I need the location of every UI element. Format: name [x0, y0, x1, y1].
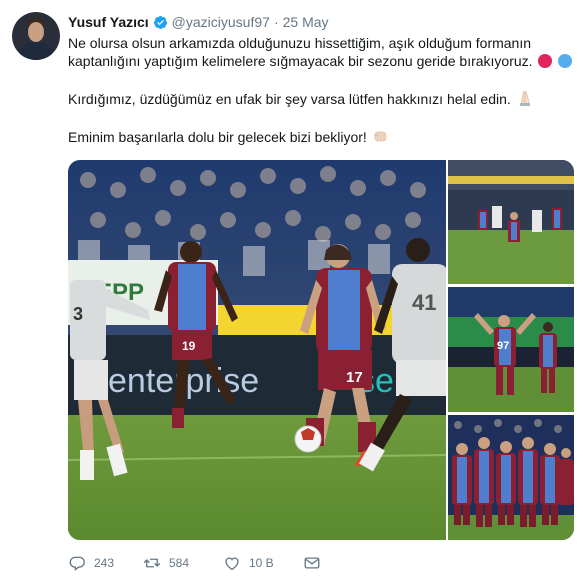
reply-icon: [69, 556, 85, 571]
photo-middle-right[interactable]: 97: [448, 287, 574, 412]
like-button[interactable]: 10 B: [223, 554, 303, 572]
separator-dot: ·: [273, 14, 279, 30]
left-player-number: 19: [182, 339, 196, 353]
tweet-text-line-3: Kırdığımız, üzdüğümüz en ufak bir şey va…: [68, 90, 573, 108]
photo-bottom-right[interactable]: [448, 415, 574, 540]
tweet-text-line-1-content: Ne olursa olsun arkamızda olduğunuzu his…: [68, 35, 532, 51]
tweet-text-line-2: kaptanlığını yaptığım kelimelere sığmaya…: [68, 52, 573, 72]
tweet[interactable]: Yusuf Yazıcı @yaziciyusuf97 · 25 May Ne …: [0, 0, 583, 580]
retweet-icon: [143, 558, 161, 568]
timestamp[interactable]: 25 May: [283, 14, 329, 30]
tweet-header: Yusuf Yazıcı @yaziciyusuf97 · 25 May: [68, 13, 329, 31]
like-icon: [225, 557, 239, 571]
tweet-actions: 243 584 10 B: [68, 553, 321, 573]
retweet-button[interactable]: 584: [143, 554, 223, 572]
verified-icon: [153, 15, 167, 29]
fist-icon: [373, 131, 386, 142]
tweet-text-line-1: Ne olursa olsun arkamızda olduğunuzu his…: [68, 34, 573, 52]
avatar[interactable]: [12, 12, 60, 60]
retweet-count: 584: [169, 556, 190, 570]
tweet-text-line-3-content: Kırdığımız, üzdüğümüz en ufak bir şey va…: [68, 91, 511, 107]
red-circle-icon: [538, 54, 553, 72]
user-handle[interactable]: @yaziciyusuf97: [172, 14, 270, 30]
message-icon: [304, 557, 320, 569]
folded-hands-icon: [519, 90, 530, 106]
like-count: 10 B: [249, 556, 274, 570]
blue-circle-icon: [558, 54, 573, 72]
photo-top-right[interactable]: [448, 160, 574, 284]
tweet-text-line-4: Eminim başarılarla dolu bir gelecek bizi…: [68, 128, 573, 146]
reply-button[interactable]: 243: [68, 554, 143, 572]
tweet-text-line-4-content: Eminim başarılarla dolu bir gelecek bizi…: [68, 129, 367, 145]
right-player-number: 41: [412, 290, 436, 315]
direct-message-button[interactable]: [303, 554, 321, 572]
tweet-text-line-2-content: kaptanlığını yaptığım kelimelere sığmaya…: [68, 53, 533, 69]
main-player-number: 17: [346, 369, 363, 386]
photo-main[interactable]: EPP enterprise se 3: [68, 160, 446, 540]
photo-middle-number: 97: [497, 340, 509, 352]
svg-text:3: 3: [73, 304, 83, 324]
display-name[interactable]: Yusuf Yazıcı: [68, 14, 149, 30]
media-grid[interactable]: EPP enterprise se 3: [68, 160, 574, 540]
reply-count: 243: [94, 556, 115, 570]
